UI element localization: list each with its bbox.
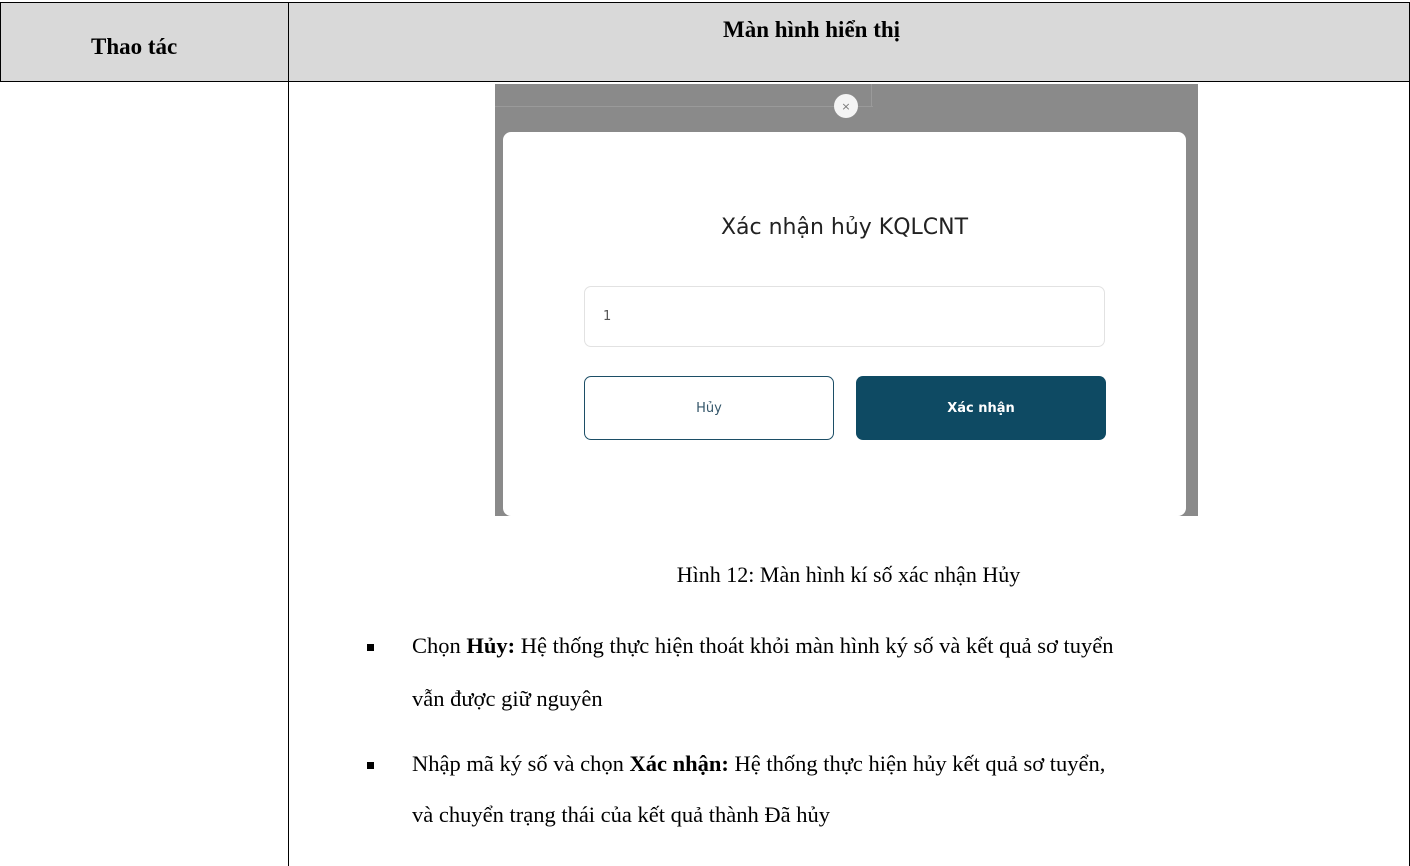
bullet-2-line-2: và chuyển trạng thái của kết quả thành Đ… xyxy=(412,802,830,827)
dialog-screenshot: × Xác nhận hủy KQLCNT Hủy Xác nhận xyxy=(495,84,1198,516)
bullet-1-prefix: Chọn xyxy=(412,633,467,658)
confirm-cancel-modal: Xác nhận hủy KQLCNT Hủy Xác nhận xyxy=(503,132,1186,516)
bullet-1-line-1: Chọn Hủy: Hệ thống thực hiện thoát khỏi … xyxy=(412,633,1114,659)
table-left-border xyxy=(0,2,1,82)
table-header-divider xyxy=(0,81,1410,82)
table-header-background xyxy=(0,2,1409,81)
bullet-2-text: Hệ thống thực hiện hủy kết quả sơ tuyển, xyxy=(728,751,1106,776)
background-line xyxy=(495,106,873,107)
confirm-button[interactable]: Xác nhận xyxy=(856,376,1106,440)
bullet-square-icon xyxy=(367,762,374,769)
modal-title: Xác nhận hủy KQLCNT xyxy=(720,215,969,240)
table-top-border xyxy=(0,2,1410,3)
bullet-1-text: Hệ thống thực hiện thoát khỏi màn hình k… xyxy=(515,633,1114,658)
bullet-2-line-1: Nhập mã ký số và chọn Xác nhận: Hệ thống… xyxy=(412,751,1105,777)
cancel-button[interactable]: Hủy xyxy=(584,376,834,440)
bullet-1-keyword: Hủy: xyxy=(466,633,516,658)
bullet-1-line-2: vẫn được giữ nguyên xyxy=(412,686,603,711)
close-icon[interactable]: × xyxy=(834,94,858,118)
bullet-2-keyword: Xác nhận: xyxy=(629,751,729,776)
digital-signature-code-input[interactable] xyxy=(584,286,1105,347)
table-column-divider xyxy=(288,2,289,866)
column-header-thao-tac: Thao tác xyxy=(91,34,178,59)
background-line xyxy=(871,84,872,107)
bullet-square-icon xyxy=(367,644,374,651)
bullet-2-prefix: Nhập mã ký số và chọn xyxy=(412,751,630,776)
column-header-man-hinh: Màn hình hiển thị xyxy=(723,17,901,42)
figure-caption: Hình 12: Màn hình kí số xác nhận Hủy xyxy=(676,562,1021,587)
